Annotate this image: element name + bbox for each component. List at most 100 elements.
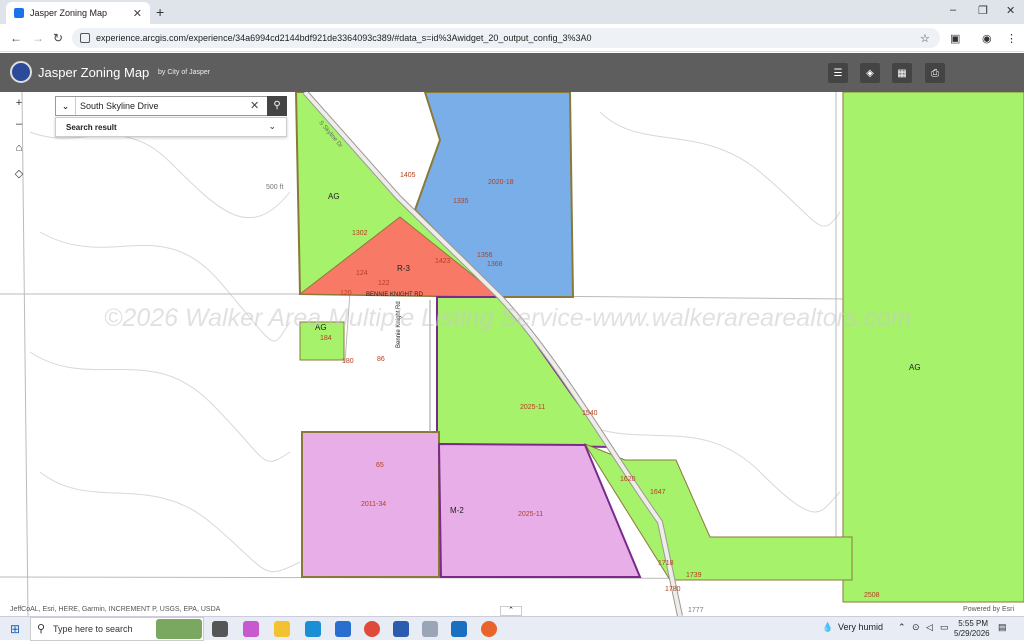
parcel-label: 122 <box>378 280 390 287</box>
clock[interactable]: 5:55 PM 5/29/2026 <box>954 619 990 639</box>
parcel-label: 2025-11 <box>520 404 546 411</box>
basemap-gallery-icon[interactable]: ▦ <box>892 63 912 83</box>
url-text: experience.arcgis.com/experience/34a6994… <box>96 33 592 43</box>
url-field[interactable]: experience.arcgis.com/experience/34a6994… <box>72 28 940 48</box>
browser-tab[interactable]: Jasper Zoning Map ✕ <box>6 2 150 24</box>
clear-search-icon[interactable]: ✕ <box>250 99 259 112</box>
firefox-icon[interactable] <box>481 621 497 637</box>
file-explorer-icon[interactable] <box>274 621 290 637</box>
search-highlight-image[interactable] <box>156 619 202 639</box>
parcel-label: 2508 <box>864 592 880 599</box>
parcel-label: 1540 <box>582 410 598 417</box>
restore-button[interactable]: ❐ <box>978 4 988 17</box>
parcel-label: 1739 <box>686 572 702 579</box>
menu-icon[interactable]: ⋮ <box>1006 32 1017 45</box>
chrome-icon[interactable] <box>364 621 380 637</box>
parcel-label: 120 <box>340 290 352 297</box>
print-icon[interactable]: ⎙ <box>925 63 945 83</box>
close-window-button[interactable]: ✕ <box>1006 4 1015 17</box>
tab-close-icon[interactable]: ✕ <box>133 7 142 20</box>
edge-icon[interactable] <box>305 621 321 637</box>
network-icon[interactable]: ⊙ <box>912 622 920 633</box>
parcel-label: 180 <box>342 358 354 365</box>
parcel-label: 1780 <box>665 586 681 593</box>
windows-start-icon[interactable]: ⊞ <box>10 622 20 636</box>
parcel-label: 2011-34 <box>361 501 387 508</box>
search-result-label: Search result <box>66 123 117 132</box>
parcel-label: 1718 <box>658 560 674 567</box>
parcel-label: 86 <box>377 356 385 363</box>
parcel-label: 124 <box>356 270 368 277</box>
map-attribution: JeffCoAL, Esri, HERE, Garmin, INCREMENT … <box>10 606 221 613</box>
weather-text[interactable]: Very humid <box>838 622 883 632</box>
parcel-label: 1405 <box>400 172 416 179</box>
reload-icon[interactable]: ↻ <box>53 31 63 45</box>
forward-icon[interactable]: → <box>32 31 44 45</box>
parcel-label: 2025-11 <box>518 511 544 518</box>
map-view[interactable]: AG R-3 AG AG M-2 500 ft 1302 124 122 120… <box>0 92 1024 616</box>
new-tab-button[interactable]: + <box>156 4 164 20</box>
browser-tab-strip: Jasper Zoning Map ✕ + – ❐ ✕ <box>0 0 1024 24</box>
parcel-label: 184 <box>320 335 332 342</box>
minimize-button[interactable]: – <box>950 4 956 16</box>
locate-icon[interactable]: ◇ <box>10 164 28 182</box>
zoom-out-button[interactable]: – <box>10 115 28 133</box>
watermark-text: ©2026 Walker Area Multiple Listing Servi… <box>104 304 912 332</box>
notifications-icon[interactable]: ▤ <box>998 622 1007 633</box>
chevron-down-icon[interactable]: ⌄ <box>268 121 276 132</box>
app-header: Jasper Zoning Map by City of Jasper ☰ ◈ … <box>0 53 1024 92</box>
back-icon[interactable]: ← <box>10 31 22 45</box>
parcel-label: 1647 <box>650 489 666 496</box>
legend-icon[interactable]: ☰ <box>828 63 848 83</box>
zoom-in-button[interactable]: + <box>10 94 28 112</box>
copilot-icon[interactable] <box>243 621 259 637</box>
taskbar-search-placeholder: Type here to search <box>53 624 133 634</box>
clock-date: 5/29/2026 <box>954 629 990 638</box>
parcel-label: 1777 <box>688 607 704 614</box>
search-icon[interactable]: ⚲ <box>267 96 287 116</box>
parcel-label: 1423 <box>435 258 451 265</box>
zone-label: R-3 <box>397 264 410 273</box>
search-input[interactable]: South Skyline Drive <box>80 101 159 111</box>
weather-icon[interactable]: 💧 <box>822 622 833 633</box>
app-byline: by City of Jasper <box>158 69 211 76</box>
media-player-icon[interactable] <box>422 621 438 637</box>
clock-time: 5:55 PM <box>958 619 988 628</box>
arcgis-favicon-icon <box>14 8 24 18</box>
home-icon[interactable]: ⌂ <box>10 139 28 157</box>
expand-attribution-icon[interactable]: ⌃ <box>500 606 522 616</box>
search-icon: ⚲ <box>37 623 46 635</box>
parcel-label: 2020-18 <box>488 179 514 186</box>
chevron-up-icon[interactable]: ⌃ <box>898 622 906 633</box>
app-title: Jasper Zoning Map <box>38 65 150 80</box>
battery-icon[interactable]: ▭ <box>940 622 949 633</box>
bookmark-star-icon[interactable]: ☆ <box>920 32 930 45</box>
parcel-label: 1620 <box>620 476 636 483</box>
parcel-label: 1302 <box>352 230 368 237</box>
tab-search-icon[interactable]: ▣ <box>950 32 960 45</box>
road-label: BENNIE KNIGHT RD <box>366 292 423 298</box>
word-icon[interactable] <box>393 621 409 637</box>
parcel-label: 65 <box>376 462 384 469</box>
city-seal-icon <box>10 61 32 83</box>
zone-label: M-2 <box>450 506 464 515</box>
zone-label: AG <box>328 192 340 201</box>
address-bar-row: ← → ↻ experience.arcgis.com/experience/3… <box>0 24 1024 52</box>
layers-icon[interactable]: ◈ <box>860 63 880 83</box>
search-source-dropdown[interactable]: ⌄ <box>56 97 76 115</box>
parcel-label: 1335 <box>453 198 469 205</box>
profile-icon[interactable]: ◉ <box>982 32 992 45</box>
volume-icon[interactable]: ◁ <box>926 622 933 633</box>
outlook-icon[interactable] <box>451 621 467 637</box>
search-result-panel[interactable]: Search result ⌄ <box>55 117 287 137</box>
store-icon[interactable] <box>335 621 351 637</box>
parcel-label: 1368 <box>487 261 503 268</box>
windows-taskbar: ⊞ ⚲ Type here to search 💧 Very humid ⌃ ⊙… <box>0 616 1024 641</box>
site-info-icon[interactable] <box>80 33 90 43</box>
zone-ag-east[interactable] <box>842 92 1024 603</box>
contour-label: 500 ft <box>266 184 284 191</box>
map-canvas[interactable] <box>0 92 1024 616</box>
zone-label: AG <box>909 363 921 372</box>
tab-title: Jasper Zoning Map <box>30 8 108 18</box>
task-view-icon[interactable] <box>212 621 228 637</box>
